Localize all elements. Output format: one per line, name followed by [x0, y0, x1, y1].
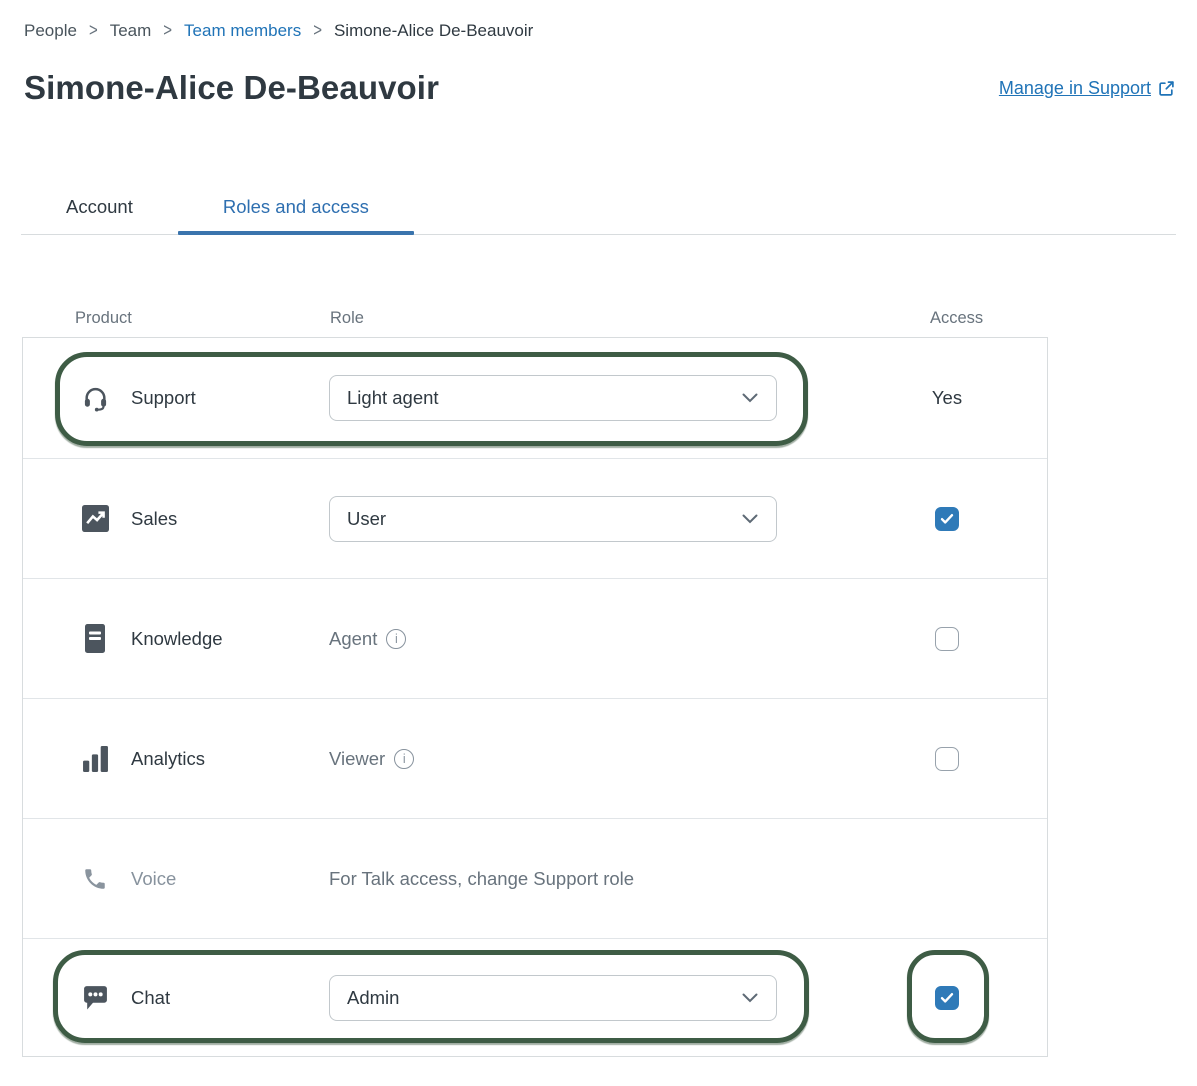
chevron-down-icon	[742, 993, 758, 1003]
table-row-voice: Voice For Talk access, change Support ro…	[23, 818, 1047, 938]
voice-role-note: For Talk access, change Support role	[329, 868, 634, 890]
phone-icon	[81, 864, 109, 894]
role-cell-sales: User	[329, 496, 777, 542]
product-cell-voice: Voice	[23, 864, 329, 894]
breadcrumb-current-page: Simone-Alice De-Beauvoir	[334, 20, 533, 42]
access-cell-knowledge	[847, 627, 1047, 651]
page-title: Simone-Alice De-Beauvoir	[24, 68, 439, 108]
breadcrumb-separator-icon: >	[89, 17, 98, 45]
manage-in-support-link[interactable]: Manage in Support	[999, 78, 1175, 99]
bar-chart-icon	[81, 744, 109, 774]
product-cell-knowledge: Knowledge	[23, 624, 329, 654]
page-header: Simone-Alice De-Beauvoir Manage in Suppo…	[24, 68, 1175, 108]
role-cell-chat: Admin	[329, 975, 777, 1021]
product-label-chat: Chat	[131, 987, 170, 1009]
chat-bubble-icon	[81, 983, 109, 1013]
product-cell-support: Support	[23, 383, 329, 413]
chat-access-checkbox[interactable]	[935, 986, 959, 1010]
product-label-support: Support	[131, 387, 196, 409]
support-role-value: Light agent	[347, 387, 439, 409]
product-label-analytics: Analytics	[131, 748, 205, 770]
manage-in-support-label: Manage in Support	[999, 78, 1151, 99]
column-header-access: Access	[848, 307, 1048, 329]
external-link-icon	[1158, 80, 1175, 97]
breadcrumb-people[interactable]: People	[24, 20, 77, 42]
chat-role-select[interactable]: Admin	[329, 975, 777, 1021]
breadcrumb-team[interactable]: Team	[110, 20, 152, 42]
access-cell-chat	[847, 986, 1047, 1010]
breadcrumb-separator-icon: >	[313, 17, 322, 45]
table-row-support: Support Light agent Yes	[23, 338, 1047, 458]
product-label-knowledge: Knowledge	[131, 628, 223, 650]
table-row-analytics: Analytics Viewer i	[23, 698, 1047, 818]
breadcrumb-team-members-link[interactable]: Team members	[184, 20, 301, 42]
table-row-knowledge: Knowledge Agent i	[23, 578, 1047, 698]
column-header-product: Product	[22, 307, 328, 329]
headset-icon	[81, 383, 109, 413]
chevron-down-icon	[742, 393, 758, 403]
product-label-voice: Voice	[131, 868, 176, 890]
analytics-role-value: Viewer	[329, 748, 385, 770]
tab-roles-and-access[interactable]: Roles and access	[178, 183, 414, 234]
table-column-headers: Product Role Access	[22, 307, 1048, 329]
support-access-value: Yes	[932, 387, 962, 409]
info-icon[interactable]: i	[394, 749, 414, 769]
info-icon[interactable]: i	[386, 629, 406, 649]
chat-role-value: Admin	[347, 987, 399, 1009]
role-cell-knowledge: Agent i	[329, 628, 777, 650]
analytics-access-checkbox[interactable]	[935, 747, 959, 771]
product-label-sales: Sales	[131, 508, 177, 530]
role-cell-support: Light agent	[329, 375, 777, 421]
role-cell-voice: For Talk access, change Support role	[329, 868, 777, 890]
product-cell-sales: Sales	[23, 504, 329, 534]
table-row-sales: Sales User	[23, 458, 1047, 578]
product-cell-analytics: Analytics	[23, 744, 329, 774]
access-cell-support: Yes	[847, 387, 1047, 409]
roles-access-table: Support Light agent Yes Sales	[22, 337, 1048, 1057]
access-cell-analytics	[847, 747, 1047, 771]
product-cell-chat: Chat	[23, 983, 329, 1013]
tab-bar: Account Roles and access	[21, 183, 1176, 235]
access-cell-sales	[847, 507, 1047, 531]
breadcrumb: People > Team > Team members > Simone-Al…	[0, 0, 1197, 42]
sales-access-checkbox[interactable]	[935, 507, 959, 531]
sales-role-value: User	[347, 508, 386, 530]
support-role-select[interactable]: Light agent	[329, 375, 777, 421]
table-row-chat: Chat Admin	[23, 938, 1047, 1056]
column-header-role: Role	[328, 307, 776, 329]
knowledge-access-checkbox[interactable]	[935, 627, 959, 651]
sales-role-select[interactable]: User	[329, 496, 777, 542]
trend-up-icon	[81, 504, 109, 534]
chevron-down-icon	[742, 514, 758, 524]
tab-account[interactable]: Account	[21, 183, 178, 234]
book-icon	[81, 624, 109, 654]
knowledge-role-value: Agent	[329, 628, 377, 650]
role-cell-analytics: Viewer i	[329, 748, 777, 770]
breadcrumb-separator-icon: >	[163, 17, 172, 45]
